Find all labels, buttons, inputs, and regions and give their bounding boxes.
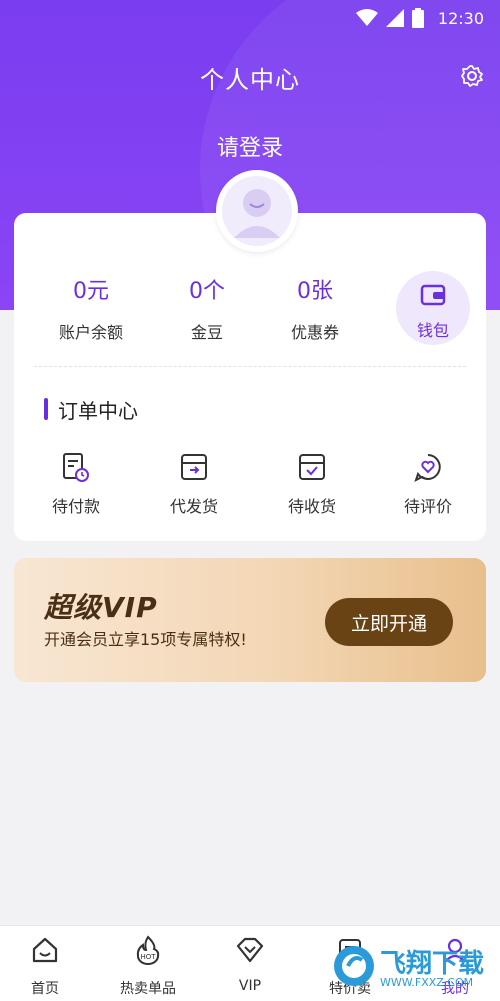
coupons-value: 0张 [297, 279, 333, 304]
tab-home-label: 首页 [31, 981, 59, 997]
beans-label: 金豆 [190, 323, 223, 342]
tab-vip-label: VIP [238, 978, 262, 994]
order-pending-receipt[interactable]: 待收货 [262, 451, 362, 517]
balance-stat[interactable]: 0元 账户余额 [36, 273, 146, 343]
pending-review-label: 待评价 [403, 497, 452, 516]
wallet-label: 钱包 [416, 321, 449, 340]
title-accent-bar [44, 398, 48, 420]
order-pending-review[interactable]: 待评价 [378, 451, 478, 517]
beans-value: 0个 [189, 279, 225, 304]
wallet-button[interactable]: 钱包 [396, 271, 470, 345]
page-title: 个人中心 [200, 66, 300, 94]
wifi-icon [355, 9, 378, 26]
gear-icon [461, 65, 483, 87]
vip-banner: 超级VIP 开通会员立享15项专属特权! 立即开通 [14, 558, 486, 682]
pending-payment-icon [63, 453, 89, 482]
pending-review-icon [414, 454, 441, 482]
coupons-stat[interactable]: 0张 优惠券 [260, 273, 370, 343]
order-shortcuts: 待付款 代发货 待收货 待评价 [14, 451, 486, 531]
watermark-url: WWW.FXXZ.COM [380, 976, 474, 989]
pending-shipment-icon [181, 454, 207, 480]
settings-button[interactable] [458, 62, 486, 90]
wallet-icon [420, 284, 446, 306]
hot-icon: HOT [136, 935, 160, 965]
coupons-label: 优惠券 [290, 323, 339, 342]
balance-value: 0元 [73, 279, 109, 304]
avatar[interactable] [216, 170, 298, 252]
battery-icon [411, 8, 424, 28]
order-center-label: 订单中心 [58, 398, 138, 423]
tab-vip[interactable]: VIP [200, 934, 300, 994]
vip-title: 超级VIP [44, 591, 158, 624]
home-icon [32, 937, 58, 963]
balance-label: 账户余额 [58, 323, 123, 342]
watermark-text: 飞翔下载 [380, 949, 485, 979]
tab-hot-label: 热卖单品 [120, 981, 176, 997]
vip-activate-button[interactable]: 立即开通 [325, 598, 453, 646]
order-pending-shipment[interactable]: 代发货 [144, 451, 244, 517]
svg-text:HOT: HOT [140, 953, 156, 961]
divider [34, 366, 466, 367]
pending-payment-label: 待付款 [51, 497, 100, 516]
status-bar: 12:30 [0, 0, 500, 36]
signal-icon [385, 9, 404, 27]
login-link[interactable]: 请登录 [0, 130, 500, 162]
tab-home[interactable]: 首页 [0, 934, 95, 998]
status-time: 12:30 [437, 8, 484, 28]
watermark: 飞翔下载 WWW.FXXZ.COM [332, 936, 492, 996]
pending-shipment-label: 代发货 [169, 497, 218, 516]
order-pending-payment[interactable]: 待付款 [26, 451, 126, 517]
watermark-logo-icon [334, 946, 374, 986]
vip-subtitle: 开通会员立享15项专属特权! [44, 630, 247, 649]
avatar-placeholder-icon [222, 176, 292, 246]
pending-receipt-label: 待收货 [287, 497, 336, 516]
account-card: 0元 账户余额 0个 金豆 0张 优惠券 钱包 订单中心 待付款 代发货 待收货… [14, 213, 486, 541]
tab-hot[interactable]: HOT 热卖单品 [98, 934, 198, 998]
vip-diamond-icon [236, 937, 264, 963]
beans-stat[interactable]: 0个 金豆 [152, 273, 262, 343]
order-center-title: 订单中心 [44, 396, 138, 423]
pending-receipt-icon [299, 454, 325, 480]
